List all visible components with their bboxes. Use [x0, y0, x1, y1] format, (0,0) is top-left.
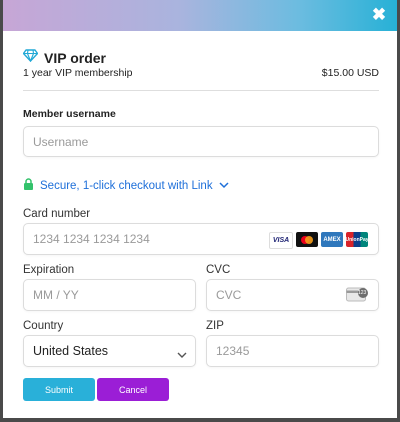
divider: [23, 90, 379, 91]
country-value: United States: [33, 344, 109, 358]
order-title: VIP order: [44, 50, 106, 66]
zip-placeholder: 12345: [216, 344, 250, 358]
submit-button[interactable]: Submit: [23, 378, 95, 401]
order-price: $15.00 USD: [321, 67, 379, 79]
mastercard-icon: [296, 232, 318, 247]
card-brands: VISA AMEX UnionPay: [269, 232, 369, 249]
diamond-icon: [22, 49, 39, 67]
close-icon[interactable]: ✖: [371, 6, 387, 23]
country-label: Country: [23, 320, 64, 332]
cancel-button[interactable]: Cancel: [97, 378, 169, 401]
lock-icon: [23, 178, 34, 193]
order-summary: 1 year VIP membership $15.00 USD: [23, 67, 379, 79]
expiration-placeholder: MM / YY: [33, 288, 79, 302]
chevron-down-icon: [219, 180, 229, 192]
chevron-down-icon: [177, 348, 187, 362]
username-input[interactable]: Username: [23, 126, 379, 157]
country-select[interactable]: United States: [23, 335, 196, 367]
card-number-placeholder: 1234 1234 1234 1234: [33, 232, 150, 246]
vip-order-modal: ✖ VIP order 1 year VIP membership $15.00…: [3, 0, 397, 418]
cvc-card-icon: 123: [346, 287, 368, 306]
username-placeholder: Username: [33, 134, 89, 149]
visa-icon: VISA: [269, 232, 293, 249]
cvc-placeholder: CVC: [216, 288, 242, 302]
zip-input[interactable]: 12345: [206, 335, 379, 367]
cvc-badge-text: 123: [358, 290, 367, 296]
cvc-label: CVC: [206, 264, 231, 276]
card-number-input[interactable]: 1234 1234 1234 1234 VISA AMEX UnionPay: [23, 223, 379, 255]
expiration-label: Expiration: [23, 264, 75, 276]
modal-header-bar: ✖: [3, 0, 397, 31]
order-description: 1 year VIP membership: [23, 67, 133, 79]
link-checkout-toggle[interactable]: Secure, 1-click checkout with Link: [23, 178, 229, 193]
member-username-label: Member username: [23, 108, 116, 120]
order-title-row: VIP order: [22, 49, 106, 67]
zip-label: ZIP: [206, 320, 224, 332]
amex-icon: AMEX: [321, 232, 343, 247]
unionpay-icon: UnionPay: [345, 232, 369, 247]
expiration-input[interactable]: MM / YY: [23, 279, 196, 311]
card-number-label: Card number: [23, 208, 91, 220]
cvc-input[interactable]: CVC 123: [206, 279, 379, 311]
link-checkout-text: Secure, 1-click checkout with Link: [40, 179, 213, 192]
